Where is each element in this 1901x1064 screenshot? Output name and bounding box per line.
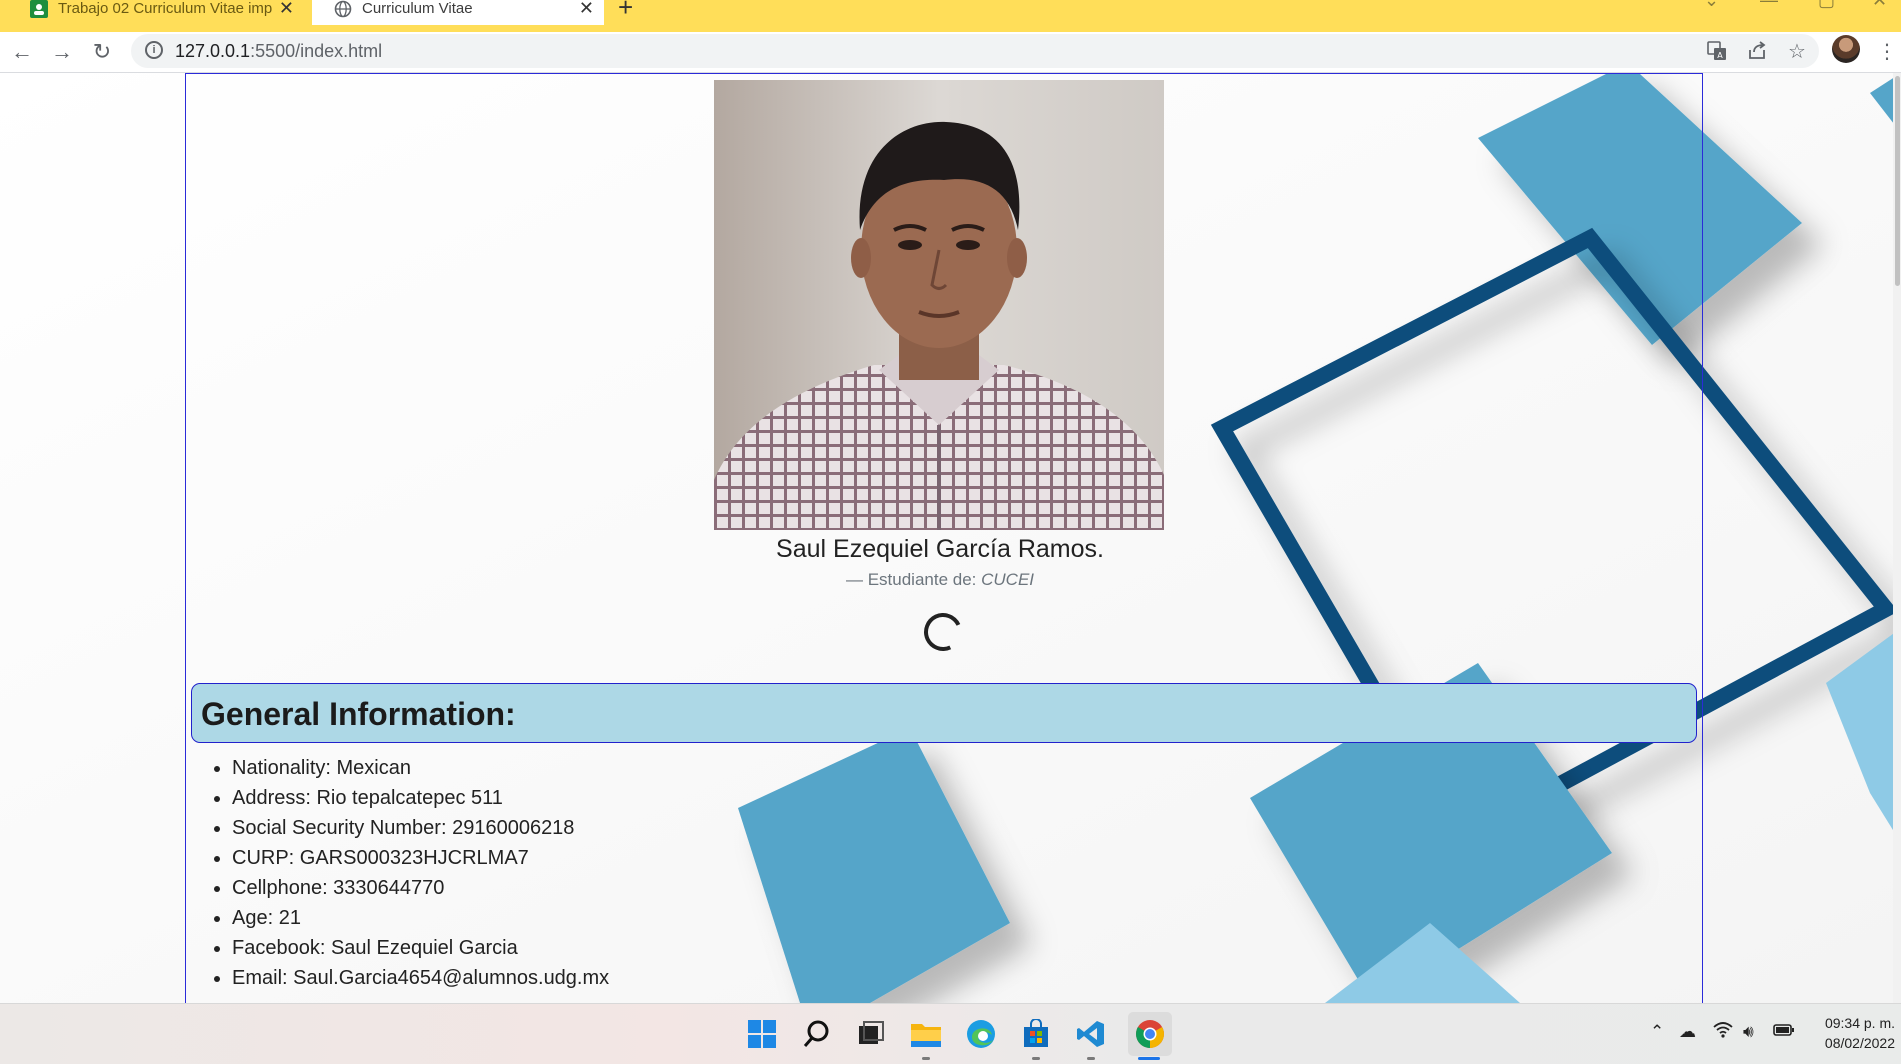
search-icon[interactable]: [799, 1016, 835, 1052]
tab-title: Curriculum Vitae: [362, 0, 473, 17]
list-item: Facebook: Saul Ezequiel Garcia: [232, 933, 609, 963]
battery-icon[interactable]: [1773, 1022, 1795, 1042]
show-hidden-icons-icon[interactable]: ⌃: [1650, 1022, 1664, 1042]
system-clock[interactable]: 09:34 p. m. 08/02/2022: [1795, 1013, 1895, 1053]
tab-strip: Trabajo 02 Curriculum Vitae impl ✕ Curri…: [0, 0, 1901, 32]
back-icon[interactable]: ←: [8, 38, 36, 66]
menu-kebab-icon[interactable]: ⋮: [1873, 38, 1901, 66]
url-text[interactable]: 127.0.0.1:5500/index.html: [175, 41, 382, 62]
translate-icon[interactable]: A: [1705, 40, 1729, 64]
subtitle-school: CUCEI: [981, 570, 1035, 589]
active-indicator: [1138, 1057, 1160, 1060]
url-path: :5500/index.html: [250, 41, 383, 61]
url-host: 127.0.0.1: [175, 41, 251, 61]
svg-text:A: A: [1717, 51, 1723, 60]
close-tab-icon[interactable]: ✕: [579, 0, 594, 19]
tab-curriculum[interactable]: Curriculum Vitae ✕: [312, 0, 604, 25]
bookmark-star-icon[interactable]: ☆: [1785, 40, 1809, 64]
clock-date: 08/02/2022: [1824, 1035, 1895, 1051]
subtitle-prefix: — Estudiante de:: [845, 570, 982, 589]
start-icon[interactable]: [744, 1016, 780, 1052]
general-information-heading: General Information:: [191, 683, 1697, 743]
running-indicator: [1032, 1057, 1040, 1060]
site-info-icon[interactable]: i: [145, 41, 163, 59]
forward-icon[interactable]: →: [48, 38, 76, 66]
minimize-icon[interactable]: —: [1760, 0, 1778, 11]
task-view-icon[interactable]: [853, 1016, 889, 1052]
new-tab-button[interactable]: +: [618, 0, 633, 23]
list-item: Age: 21: [232, 903, 609, 933]
list-item: Email: Saul.Garcia4654@alumnos.udg.mx: [232, 963, 609, 993]
file-explorer-icon[interactable]: [908, 1016, 944, 1052]
running-indicator: [1087, 1057, 1095, 1060]
edge-icon[interactable]: [963, 1016, 999, 1052]
vscode-icon[interactable]: [1073, 1016, 1109, 1052]
clock-time: 09:34 p. m.: [1824, 1015, 1895, 1031]
list-item: CURP: GARS000323HJCRLMA7: [232, 843, 609, 873]
close-tab-icon[interactable]: ✕: [279, 0, 294, 19]
list-item: Social Security Number: 29160006218: [232, 813, 609, 843]
running-indicator: [922, 1057, 930, 1060]
globe-favicon-icon: [334, 0, 352, 18]
person-name: Saul Ezequiel García Ramos.: [776, 535, 1104, 563]
tab-trabajo[interactable]: Trabajo 02 Curriculum Vitae impl ✕: [8, 0, 304, 25]
page-viewport: Saul Ezequiel García Ramos. — Estudiante…: [0, 73, 1901, 1003]
tab-title: Trabajo 02 Curriculum Vitae impl: [58, 0, 273, 17]
windows-taskbar: ⌃ ☁ 🔊︎ 09:34 p. m. 08/02/2022: [0, 1003, 1901, 1064]
tab-search-icon[interactable]: ⌄: [1704, 0, 1719, 11]
person-subtitle: — Estudiante de: CUCEI: [700, 570, 1180, 590]
chrome-icon[interactable]: [1128, 1012, 1172, 1056]
maximize-icon[interactable]: ▢: [1818, 0, 1835, 11]
list-item: Cellphone: 3330644770: [232, 873, 609, 903]
profile-photo: [714, 80, 1164, 530]
profile-avatar[interactable]: [1832, 35, 1860, 63]
list-item: Nationality: Mexican: [232, 753, 609, 783]
classroom-favicon-icon: [30, 0, 48, 18]
scrollbar-thumb[interactable]: [1895, 76, 1900, 286]
wifi-icon[interactable]: [1713, 1022, 1733, 1043]
list-item: Address: Rio tepalcatepec 511: [232, 783, 609, 813]
onedrive-cloud-icon[interactable]: ☁: [1679, 1022, 1696, 1042]
share-icon[interactable]: [1745, 40, 1769, 64]
address-bar[interactable]: i 127.0.0.1:5500/index.html A ☆: [131, 34, 1819, 68]
volume-icon[interactable]: 🔊︎: [1743, 1022, 1754, 1042]
close-window-icon[interactable]: ✕: [1872, 0, 1887, 11]
browser-toolbar: ← → ↻ i 127.0.0.1:5500/index.html A ☆ ⋮: [0, 32, 1901, 73]
reload-icon[interactable]: ↻: [88, 38, 116, 66]
general-information-list: Nationality: Mexican Address: Rio tepalc…: [200, 753, 609, 993]
store-icon[interactable]: [1018, 1016, 1054, 1052]
